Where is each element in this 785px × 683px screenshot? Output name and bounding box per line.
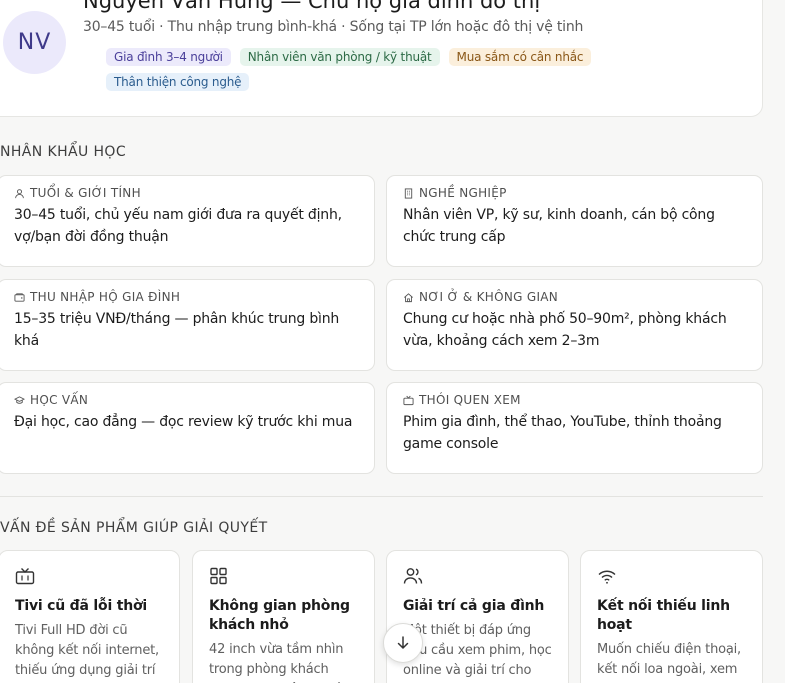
problem-desc: Tivi Full HD đời cũ không kết nối intern… (15, 623, 159, 678)
wifi-icon (598, 570, 616, 584)
problem-desc: 42 inch vừa tầm nhìn trong phòng khách c… (209, 642, 344, 683)
avatar: NV (3, 11, 66, 74)
user-icon (15, 188, 24, 198)
persona-tags: Gia đình 3–4 người Nhân viên văn phòng /… (106, 48, 626, 91)
info-label: NƠI Ở & KHÔNG GIAN (419, 290, 559, 304)
info-label: THÓI QUEN XEM (419, 393, 521, 407)
problems-heading: VẤN ĐỀ SẢN PHẨM GIÚP GIẢI QUYẾT (0, 520, 268, 536)
tv-icon (15, 568, 35, 585)
problem-card-old-tv: Tivi cũ đã lỗi thời Tivi Full HD đời cũ … (0, 550, 180, 683)
problem-card-family-entertainment: Giải trí cả gia đình Một thiết bị đáp ứn… (386, 550, 569, 683)
info-value: Phim gia đình, thể thao, YouTube, thỉnh … (403, 414, 722, 452)
building-icon (404, 187, 413, 199)
problem-card-connectivity: Kết nối thiếu linh hoạt Muốn chiếu điện … (580, 550, 763, 683)
demographics-heading: NHÂN KHẨU HỌC (0, 144, 127, 160)
info-value: Đại học, cao đẳng — đọc review kỹ trước … (14, 414, 353, 430)
info-label: THU NHẬP HỘ GIA ĐÌNH (30, 290, 181, 304)
tag-occupation: Nhân viên văn phòng / kỹ thuật (239, 48, 440, 66)
info-value: Nhân viên VP, kỹ sư, kinh doanh, cán bộ … (403, 207, 715, 245)
tag-family-size: Gia đình 3–4 người (106, 48, 231, 66)
demographic-card-occupation: NGHỀ NGHIỆP Nhân viên VP, kỹ sư, kinh do… (386, 175, 763, 267)
info-value: Chung cư hoặc nhà phố 50–90m², phòng khá… (403, 311, 727, 349)
info-label: TUỔI & GIỚI TÍNH (30, 186, 141, 200)
persona-subtitle: 30–45 tuổi · Thu nhập trung bình-khá · S… (83, 19, 584, 35)
demographic-card-residence: NƠI Ở & KHÔNG GIAN Chung cư hoặc nhà phố… (386, 279, 763, 371)
problem-desc: Muốn chiếu điện thoại, kết nối loa ngoài… (597, 642, 741, 683)
arrow-down-icon (397, 636, 409, 649)
tag-shopping: Mua sắm có cân nhắc (448, 48, 592, 66)
problem-title: Kết nối thiếu linh hoạt (597, 598, 730, 633)
graduation-cap-icon (14, 395, 25, 404)
tag-tech-friendly: Thân thiện công nghệ (106, 73, 250, 91)
avatar-initials: NV (17, 30, 52, 55)
home-icon (404, 292, 413, 302)
problem-desc: Một thiết bị đáp ứng nhu cầu xem phim, h… (403, 623, 552, 678)
persona-card: NV Nguyễn Văn Hưng — Chủ hộ gia đình đô … (0, 0, 763, 117)
demographic-card-income: THU NHẬP HỘ GIA ĐÌNH 15–35 triệu VNĐ/thá… (0, 279, 375, 371)
persona-name: Nguyễn Văn Hưng — Chủ hộ gia đình đô thị (83, 0, 541, 13)
info-label: NGHỀ NGHIỆP (419, 186, 507, 200)
tv-icon (403, 395, 414, 405)
users-icon (403, 568, 423, 584)
demographic-card-age-gender: TUỔI & GIỚI TÍNH 30–45 tuổi, chủ yếu nam… (0, 175, 375, 267)
demographic-card-viewing-habits: THÓI QUEN XEM Phim gia đình, thể thao, Y… (386, 382, 763, 474)
scroll-down-button[interactable] (383, 623, 423, 663)
info-value: 30–45 tuổi, chủ yếu nam giới đưa ra quyế… (14, 207, 342, 245)
problem-title: Không gian phòng khách nhỏ (209, 598, 350, 633)
info-label: HỌC VẤN (30, 393, 89, 407)
layout-grid-icon (210, 567, 227, 585)
problem-title: Tivi cũ đã lỗi thời (15, 598, 147, 614)
problem-card-small-space: Không gian phòng khách nhỏ 42 inch vừa t… (192, 550, 375, 683)
wallet-icon (14, 292, 25, 302)
problem-title: Giải trí cả gia đình (403, 598, 545, 614)
demographic-card-education: HỌC VẤN Đại học, cao đẳng — đọc review k… (0, 382, 375, 474)
info-value: 15–35 triệu VNĐ/tháng — phân khúc trung … (14, 311, 340, 349)
section-divider (0, 496, 763, 497)
